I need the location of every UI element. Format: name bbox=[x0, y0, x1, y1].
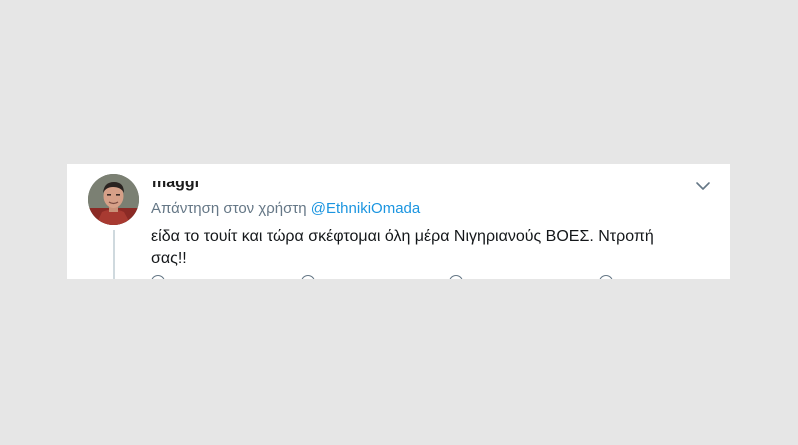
share-icon[interactable] bbox=[599, 275, 613, 279]
reply-prefix: Απάντηση στον χρήστη bbox=[151, 200, 307, 217]
chevron-down-icon[interactable] bbox=[695, 178, 711, 194]
like-icon[interactable] bbox=[449, 275, 463, 279]
reply-icon[interactable] bbox=[151, 275, 165, 279]
thread-line bbox=[113, 230, 115, 279]
avatar-photo bbox=[88, 174, 139, 225]
reply-context: Απάντηση στον χρήστη @EthnikiOmada bbox=[151, 200, 420, 217]
username[interactable]: maggi bbox=[152, 181, 322, 192]
tweet-actions bbox=[151, 275, 621, 279]
retweet-icon[interactable] bbox=[301, 275, 315, 279]
tweet-text: είδα το τουίτ και τώρα σκέφτομαι όλη μέρ… bbox=[151, 228, 654, 267]
reply-handle-link[interactable]: @EthnikiOmada bbox=[311, 200, 420, 217]
tweet-card[interactable]: maggi Απάντηση στον χρήστη @EthnikiOmada… bbox=[67, 164, 730, 279]
avatar[interactable] bbox=[88, 174, 139, 225]
